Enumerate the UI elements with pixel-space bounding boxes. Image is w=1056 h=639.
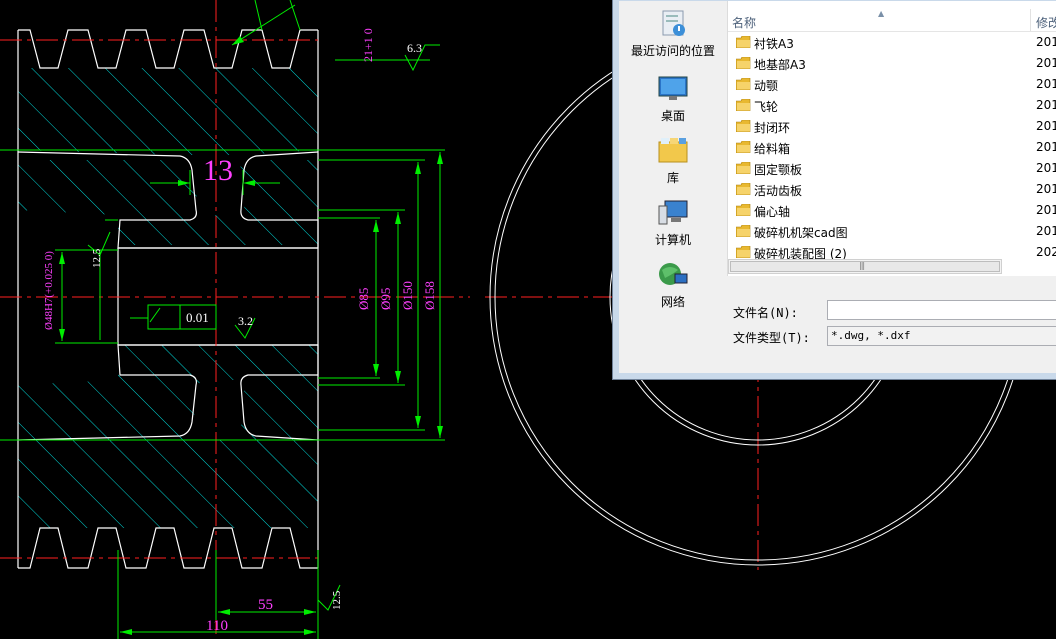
filetype-select[interactable]: *.dwg, *.dxf ▾ — [827, 326, 1056, 346]
dim-85: Ø85 — [356, 288, 371, 310]
folder-icon — [736, 99, 751, 111]
file-name: 飞轮 — [754, 100, 779, 114]
file-date: 201 — [1036, 35, 1056, 49]
file-row[interactable]: 偏心轴 201 — [728, 200, 1056, 221]
filetype-value: *.dwg, *.dxf — [831, 329, 911, 342]
file-date: 201 — [1036, 77, 1056, 91]
file-row[interactable]: 破碎机装配图 (2) 202 — [728, 242, 1056, 260]
network-icon — [659, 263, 688, 285]
file-row[interactable]: 衬铁A3 201 — [728, 32, 1056, 53]
file-date: 202 — [1036, 245, 1056, 259]
filename-field[interactable]: ▾ — [827, 300, 1056, 320]
dialog-body: 最近访问的位置 桌面 库 计算机 网络 ▲ 名称 修改 衬铁A3 201 地基部… — [619, 1, 1056, 373]
dim-55: 55 — [258, 597, 273, 613]
dim-95: Ø95 — [378, 288, 393, 310]
recent-places-icon — [662, 10, 685, 36]
file-name: 给料箱 — [754, 142, 791, 156]
file-name: 动颚 — [754, 79, 779, 93]
list-header: ▲ 名称 修改 — [728, 9, 1056, 32]
file-row[interactable]: 动颚 201 — [728, 74, 1056, 95]
dim-158: Ø158 — [422, 281, 437, 310]
computer-icon — [658, 200, 688, 225]
folder-icon — [736, 225, 751, 237]
file-date: 201 — [1036, 182, 1056, 196]
file-date: 201 — [1036, 203, 1056, 217]
file-name: 地基部A3 — [754, 58, 806, 72]
file-name: 破碎机装配图 (2) — [754, 247, 847, 260]
folder-icon — [736, 246, 751, 258]
place-label: 桌面 — [660, 109, 685, 123]
place-label: 网络 — [660, 295, 685, 309]
column-header-modified[interactable]: 修改 — [1036, 14, 1056, 31]
file-row[interactable]: 固定颚板 201 — [728, 158, 1056, 179]
horizontal-scrollbar[interactable]: ||| — [728, 259, 1002, 274]
place-label: 库 — [666, 171, 679, 185]
dim-13: 13 — [203, 154, 233, 187]
scrollbar-grip-icon: ||| — [859, 261, 865, 270]
dim-keyway: 21+1 0 — [361, 28, 375, 62]
folder-icon — [736, 57, 751, 69]
file-rows: 衬铁A3 201 地基部A3 201 动颚 201 飞轮 201 封闭环 201 给料箱 201 固定颚… — [728, 32, 1056, 260]
hatch-sections — [18, 68, 318, 528]
rough-6-3: 6.3 — [407, 41, 422, 55]
places-bar: 最近访问的位置 桌面 库 计算机 网络 — [619, 1, 727, 373]
scrollbar-thumb[interactable]: ||| — [730, 261, 1000, 272]
place-desktop[interactable]: 桌面 — [619, 74, 727, 124]
folder-icon — [736, 141, 751, 153]
file-name: 衬铁A3 — [754, 37, 794, 51]
folder-icon — [736, 120, 751, 132]
rough-12-5-b: 12.5 — [331, 590, 343, 610]
dim-110: 110 — [206, 618, 228, 634]
file-date: 201 — [1036, 119, 1056, 133]
place-recent[interactable]: 最近访问的位置 — [619, 9, 727, 59]
file-row[interactable]: 活动齿板 201 — [728, 179, 1056, 200]
folder-icon — [736, 162, 751, 174]
file-name: 偏心轴 — [754, 205, 791, 219]
column-header-name[interactable]: 名称 — [732, 14, 756, 31]
place-network[interactable]: 网络 — [619, 260, 727, 310]
file-date: 201 — [1036, 140, 1056, 154]
file-date: 201 — [1036, 161, 1056, 175]
folder-icon — [736, 36, 751, 48]
filetype-label: 文件类型(T): — [733, 331, 810, 345]
file-row[interactable]: 封闭环 201 — [728, 116, 1056, 137]
desktop-icon — [658, 76, 688, 100]
file-name: 固定颚板 — [754, 163, 803, 177]
file-row[interactable]: 给料箱 201 — [728, 137, 1056, 158]
place-label: 计算机 — [654, 233, 691, 247]
file-date: 201 — [1036, 56, 1056, 70]
file-name: 封闭环 — [754, 121, 791, 135]
file-row[interactable]: 破碎机机架cad图 201 — [728, 221, 1056, 242]
folder-icon — [736, 78, 751, 90]
file-row[interactable]: 飞轮 201 — [728, 95, 1056, 116]
folder-icon — [736, 183, 751, 195]
column-divider[interactable] — [1030, 9, 1031, 31]
tolerance-value: 0.01 — [186, 310, 209, 325]
file-date: 201 — [1036, 98, 1056, 112]
sort-up-icon: ▲ — [878, 9, 885, 18]
place-computer[interactable]: 计算机 — [619, 198, 727, 248]
place-libraries[interactable]: 库 — [619, 136, 727, 186]
rough-3-2: 3.2 — [238, 314, 253, 328]
open-file-dialog: 最近访问的位置 桌面 库 计算机 网络 ▲ 名称 修改 衬铁A3 201 地基部… — [612, 0, 1056, 380]
filename-label: 文件名(N): — [733, 306, 798, 320]
file-date: 201 — [1036, 224, 1056, 238]
file-name: 破碎机机架cad图 — [754, 226, 848, 240]
file-list[interactable]: ▲ 名称 修改 衬铁A3 201 地基部A3 201 动颚 201 飞轮 201 封闭环 201 给… — [727, 1, 1056, 276]
file-row[interactable]: 地基部A3 201 — [728, 53, 1056, 74]
file-name: 活动齿板 — [754, 184, 803, 198]
rough-12-5-a: 12.5 — [91, 248, 103, 268]
dim-bore: Ø48H7(+0.025 0) — [43, 251, 55, 330]
folder-icon — [736, 204, 751, 216]
place-label: 最近访问的位置 — [630, 44, 715, 58]
libraries-icon — [658, 138, 688, 163]
dim-150: Ø150 — [400, 281, 415, 310]
